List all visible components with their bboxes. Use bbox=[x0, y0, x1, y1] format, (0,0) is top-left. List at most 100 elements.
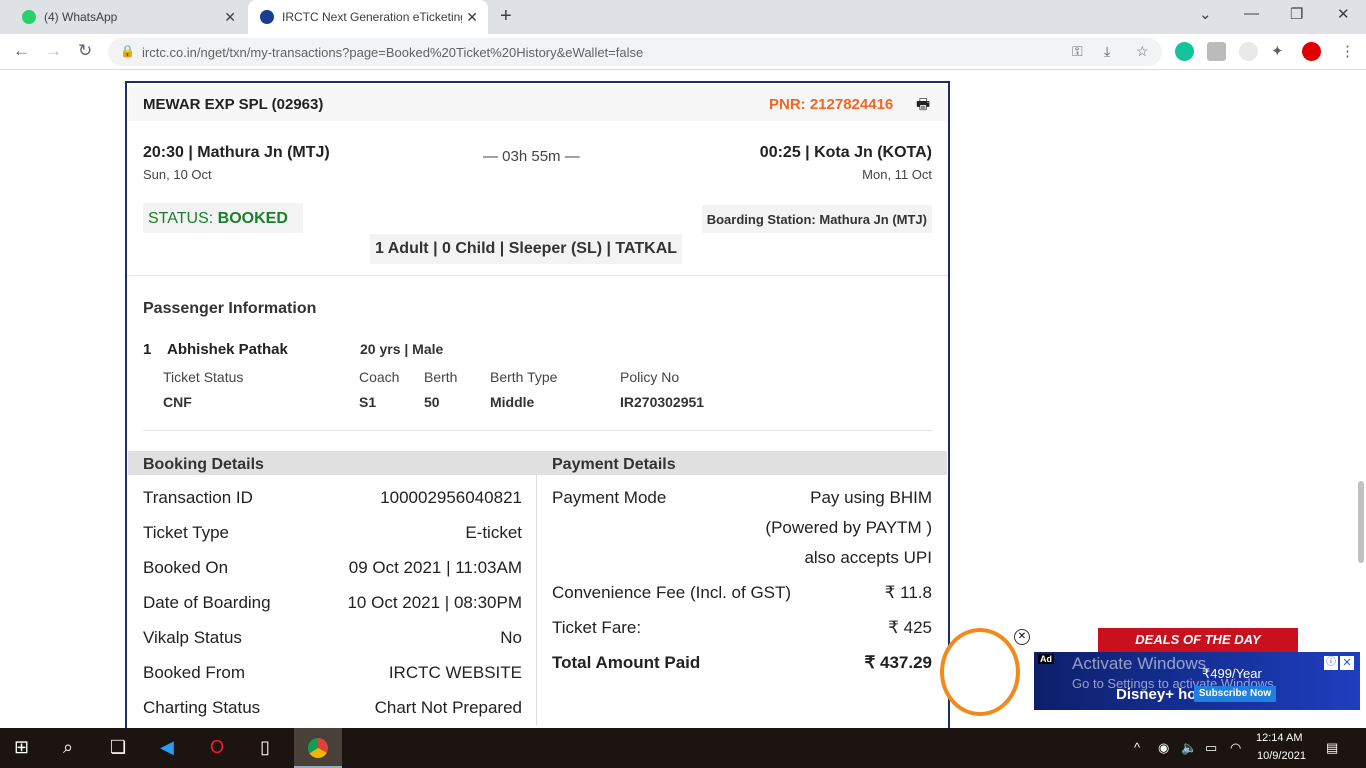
mascot-image bbox=[940, 628, 1020, 716]
value-berth: 50 bbox=[424, 394, 440, 410]
windows-start-icon[interactable]: ⊞ bbox=[14, 737, 29, 758]
notifications-icon[interactable]: ▤ bbox=[1326, 740, 1338, 756]
booking-label: Booked From bbox=[143, 663, 246, 682]
booking-value: 10 Oct 2021 | 08:30PM bbox=[347, 593, 522, 612]
key-icon[interactable]: ⚿ bbox=[1072, 43, 1083, 60]
booking-value: IRCTC WEBSITE bbox=[388, 663, 522, 682]
task-view-icon[interactable]: ❏ bbox=[110, 737, 126, 758]
value-berth-type: Middle bbox=[490, 394, 535, 410]
total-amount-value: ₹ 437.29 bbox=[864, 653, 932, 672]
address-bar[interactable]: 🔒 irctc.co.in/nget/txn/my-transactions?p… bbox=[108, 38, 1162, 66]
booking-value: 09 Oct 2021 | 11:03AM bbox=[348, 558, 522, 577]
booking-label: Ticket Type bbox=[143, 523, 229, 542]
ticket-card: MEWAR EXP SPL (02963) PNR: 2127824416 🖶 … bbox=[125, 81, 950, 728]
arrival-date: Mon, 11 Oct bbox=[862, 167, 932, 182]
deals-banner[interactable]: DEALS OF THE DAY bbox=[1098, 628, 1298, 652]
menu-icon[interactable]: ⋮ bbox=[1340, 42, 1355, 60]
booking-label: Date of Boarding bbox=[143, 593, 271, 612]
file-icon[interactable]: ▯ bbox=[260, 737, 270, 758]
convenience-fee-value: ₹ 11.8 bbox=[884, 583, 932, 602]
status-badge: STATUS: BOOKED bbox=[143, 203, 303, 233]
windows-taskbar: ⊞ ⌕ ❏ ◀ O ▯ ^ ◉ 🔈 ▭ ◠ 12:14 AM 10/9/2021… bbox=[0, 728, 1366, 768]
reload-icon[interactable]: ↻ bbox=[78, 41, 92, 61]
clock-date[interactable]: 10/9/2021 bbox=[1257, 750, 1306, 762]
wifi-icon[interactable]: ◠ bbox=[1230, 740, 1241, 756]
departure-date: Sun, 10 Oct bbox=[143, 167, 212, 182]
print-icon[interactable]: 🖶 bbox=[916, 94, 930, 119]
payment-mode-line: (Powered by PAYTM ) bbox=[765, 518, 932, 537]
class-info: 1 Adult | 0 Child | Sleeper (SL) | TATKA… bbox=[370, 234, 683, 264]
ticket-fare-value: ₹ 425 bbox=[888, 618, 932, 637]
ad-close-icon[interactable]: ✕ bbox=[1340, 656, 1354, 670]
search-icon[interactable]: ⌕ bbox=[63, 737, 73, 758]
tab-search-icon[interactable]: ⌄ bbox=[1199, 5, 1212, 23]
booking-value: E-ticket bbox=[465, 523, 522, 542]
header-policy-no: Policy No bbox=[620, 369, 680, 385]
adchoices-icon[interactable]: ⓘ bbox=[1324, 656, 1338, 670]
booking-label: Transaction ID bbox=[143, 488, 253, 507]
install-icon[interactable]: ⤓ bbox=[1104, 43, 1110, 60]
battery-icon[interactable]: ▭ bbox=[1205, 740, 1217, 756]
divider bbox=[143, 430, 932, 431]
payment-heading: Payment Details bbox=[552, 456, 676, 473]
close-ad-icon[interactable]: ✕ bbox=[1014, 629, 1030, 645]
tab-title: (4) WhatsApp bbox=[44, 10, 118, 24]
volume-icon[interactable]: 🔈 bbox=[1181, 740, 1197, 756]
extension-icon[interactable] bbox=[1207, 42, 1226, 61]
tray-overflow-icon[interactable]: ^ bbox=[1134, 740, 1140, 755]
puzzle-icon[interactable]: ✦ bbox=[1271, 42, 1284, 60]
opera-icon[interactable]: O bbox=[210, 737, 224, 758]
booking-value: 100002956040821 bbox=[380, 488, 522, 507]
close-window-icon[interactable]: ✕ bbox=[1337, 5, 1350, 23]
convenience-fee-label: Convenience Fee (Incl. of GST) bbox=[552, 583, 792, 602]
passenger-name: Abhishek Pathak bbox=[167, 341, 288, 358]
lock-icon: 🔒 bbox=[120, 44, 135, 58]
record-icon[interactable]: ◉ bbox=[1158, 740, 1169, 756]
passenger-index: 1 bbox=[143, 341, 152, 358]
total-amount-label: Total Amount Paid bbox=[552, 653, 701, 672]
restore-icon[interactable]: ❐ bbox=[1290, 5, 1303, 23]
subscribe-button[interactable]: Subscribe Now bbox=[1194, 686, 1276, 702]
value-ticket-status: CNF bbox=[163, 394, 192, 410]
vscode-icon[interactable]: ◀ bbox=[160, 737, 174, 758]
booking-label: Charting Status bbox=[143, 698, 261, 717]
irctc-logo-icon bbox=[260, 10, 274, 24]
chrome-taskbar-button[interactable] bbox=[294, 728, 342, 768]
value-policy-no: IR270302951 bbox=[620, 394, 705, 410]
back-icon[interactable]: ← bbox=[13, 41, 30, 61]
booking-value: Chart Not Prepared bbox=[374, 698, 522, 717]
clock-time[interactable]: 12:14 AM bbox=[1256, 732, 1302, 744]
ad-banner[interactable]: Ad Activate Windows Go to Settings to ac… bbox=[1034, 652, 1360, 710]
minimize-icon[interactable]: — bbox=[1244, 5, 1259, 22]
ad-overlay[interactable]: DEALS OF THE DAY Ad Activate Windows Go … bbox=[938, 624, 1366, 724]
passenger-age-gender: 20 yrs | Male bbox=[360, 341, 444, 357]
close-tab-icon[interactable]: ✕ bbox=[466, 9, 478, 26]
booking-heading: Booking Details bbox=[143, 456, 264, 473]
booking-label: Vikalp Status bbox=[143, 628, 242, 647]
bookmark-star-icon[interactable]: ☆ bbox=[1136, 43, 1149, 60]
extension-icon[interactable] bbox=[1239, 42, 1258, 61]
tab-strip: (4) WhatsApp ✕ IRCTC Next Generation eTi… bbox=[0, 0, 1366, 34]
grammarly-icon[interactable] bbox=[1175, 42, 1194, 61]
booking-value: No bbox=[500, 628, 522, 647]
value-coach: S1 bbox=[359, 394, 377, 410]
ticket-fare-label: Ticket Fare: bbox=[552, 618, 642, 637]
page-scrollbar[interactable] bbox=[1358, 481, 1364, 563]
profile-avatar[interactable] bbox=[1302, 42, 1321, 61]
close-tab-icon[interactable]: ✕ bbox=[224, 9, 236, 26]
ad-price: ₹499/Year bbox=[1202, 666, 1262, 681]
forward-icon[interactable]: → bbox=[45, 41, 62, 61]
header-berth: Berth bbox=[424, 369, 458, 385]
whatsapp-icon bbox=[22, 10, 36, 24]
tab-irctc[interactable]: IRCTC Next Generation eTicketing ✕ bbox=[248, 0, 488, 34]
journey-duration: — 03h 55m — bbox=[483, 148, 580, 165]
column-divider bbox=[536, 475, 537, 725]
tab-whatsapp[interactable]: (4) WhatsApp ✕ bbox=[10, 0, 246, 34]
payment-mode-label: Payment Mode bbox=[552, 488, 667, 507]
arrival: 00:25 | Kota Jn (KOTA) bbox=[759, 144, 932, 161]
activate-windows-title: Activate Windows bbox=[1072, 654, 1207, 673]
chrome-icon bbox=[308, 738, 328, 758]
departure: 20:30 | Mathura Jn (MTJ) bbox=[143, 144, 330, 161]
new-tab-icon[interactable]: + bbox=[500, 5, 512, 28]
url-text[interactable]: irctc.co.in/nget/txn/my-transactions?pag… bbox=[142, 45, 643, 60]
